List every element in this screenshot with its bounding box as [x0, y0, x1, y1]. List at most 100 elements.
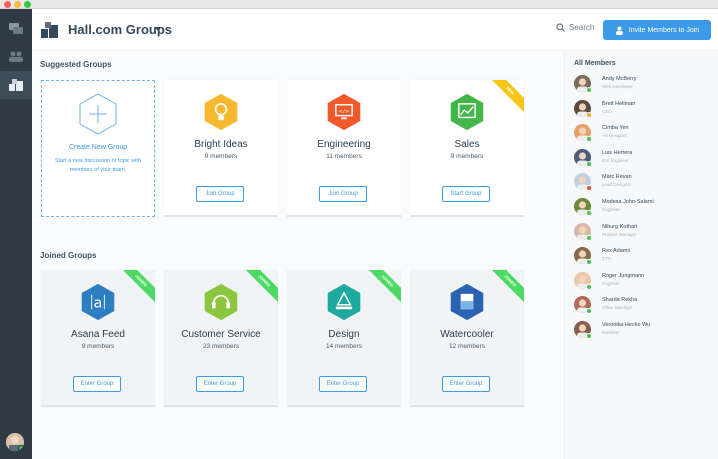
minimize-window-button[interactable]: [14, 1, 21, 8]
member-role: Lead Designer: [602, 182, 632, 188]
group-member-count: 11 members: [326, 153, 362, 160]
new-ribbon: NEW: [485, 80, 524, 116]
member-name: Marc Revan: [602, 174, 632, 181]
member-name: Sharda Rekha: [602, 297, 638, 304]
groups-blocks-icon: [9, 79, 23, 91]
member-list-item[interactable]: Modesa John-Salami Engineer: [574, 196, 714, 218]
member-list-item[interactable]: Roger Jungmann Engineer: [574, 270, 714, 292]
member-status-dot: [586, 136, 592, 143]
member-status-dot: [586, 111, 592, 118]
pen-tool-icon: [327, 283, 361, 321]
enter-group-button[interactable]: Enter Group: [196, 376, 244, 392]
search-label: Search: [569, 23, 595, 32]
joined-ribbon: JOINED: [362, 270, 401, 306]
enter-group-button[interactable]: Enter Group: [442, 376, 490, 392]
presence-indicator: [18, 445, 24, 451]
member-role: Art Designer: [602, 133, 628, 139]
suggested-groups-heading: Suggested Groups: [40, 60, 112, 69]
member-name: Rex Adams: [602, 248, 631, 255]
member-name: Luis Herrera: [602, 149, 633, 156]
headset-icon: [204, 283, 238, 321]
member-status-dot: [586, 308, 592, 315]
current-user-avatar[interactable]: [6, 433, 24, 451]
member-role: CTO: [602, 256, 612, 262]
group-member-count: 9 members: [450, 153, 484, 160]
app-window: Hall.com Groups Search Invite Members to…: [0, 0, 718, 459]
member-list-item[interactable]: Andy McBerry Web Developer: [574, 73, 714, 95]
member-role: Engineer: [602, 280, 621, 286]
enter-group-button[interactable]: Enter Group: [73, 376, 121, 392]
create-new-group-card[interactable]: Create New Group Start a new discussion …: [41, 80, 155, 217]
left-nav-rail: [0, 9, 32, 459]
lightbulb-icon: [204, 93, 238, 131]
member-status-dot: [586, 234, 592, 241]
member-role: Web Developer: [602, 84, 633, 89]
join-group-button[interactable]: Join Group: [319, 186, 367, 202]
group-hexagon: [204, 283, 238, 321]
member-list-item[interactable]: Marc Revan Lead Designer: [574, 171, 714, 193]
plus-hexagon-icon: [79, 93, 117, 135]
code-monitor-icon: </>: [327, 93, 361, 131]
member-status-dot: [586, 210, 592, 216]
svg-text:</>: </>: [339, 109, 350, 115]
member-list-item[interactable]: Luis Herrera iOS Engineer: [574, 147, 714, 169]
group-card-sales[interactable]: NEW Sales 9 members Start Group: [410, 80, 524, 217]
joined-groups-heading: Joined Groups: [40, 251, 97, 260]
member-status-dot: [586, 160, 592, 167]
member-name: Andy McBerry: [602, 76, 637, 82]
group-name: Engineering: [317, 139, 371, 150]
member-status-dot: [586, 259, 592, 266]
search-icon: [556, 23, 565, 32]
group-name: Watercooler: [440, 329, 494, 340]
group-member-count: 12 members: [448, 343, 486, 350]
cup-icon: [450, 283, 484, 321]
member-name: Niburg Kothari: [602, 223, 638, 230]
member-list-item[interactable]: Cimba Yen Art Designer: [574, 122, 714, 144]
group-card-watercooler[interactable]: JOINED Watercooler 12 members Enter Grou…: [410, 270, 524, 407]
create-new-group-description: Start a new discussion or topic with mem…: [55, 158, 141, 173]
member-role: CEO: [602, 108, 612, 114]
start-group-button[interactable]: Start Group: [442, 186, 490, 202]
all-members-heading: All Members: [574, 60, 616, 67]
chat-bubbles-icon: [9, 23, 23, 34]
member-name: Roger Jungmann: [602, 272, 645, 279]
group-member-count: 9 members: [204, 153, 238, 160]
member-list-item[interactable]: Niburg Kothari Product Manager: [574, 221, 714, 243]
zoom-window-button[interactable]: [24, 1, 31, 8]
chevron-down-icon[interactable]: [155, 27, 161, 31]
group-name: Asana Feed: [71, 329, 125, 340]
group-name: Customer Service: [181, 329, 261, 340]
group-card-asana-feed[interactable]: JOINED a Asana Feed 9 members Enter Grou…: [41, 270, 155, 407]
joined-ribbon: JOINED: [485, 270, 524, 306]
groups-logo-icon: [41, 22, 58, 38]
rail-groups-button[interactable]: [0, 71, 32, 99]
group-card-design[interactable]: JOINED Design 14 members Enter Group: [287, 270, 401, 407]
rail-people-button[interactable]: [0, 43, 32, 71]
member-status-dot: [586, 185, 592, 192]
header-bar: Hall.com Groups Search Invite Members to…: [32, 9, 718, 51]
invite-members-label: Invite Members to Join: [628, 26, 700, 34]
enter-group-button[interactable]: Enter Group: [319, 376, 367, 392]
svg-text:a: a: [94, 295, 103, 311]
group-card-engineering[interactable]: </> Engineering 11 members Join Group: [287, 80, 401, 217]
person-icon: [615, 26, 623, 35]
group-member-count: 23 members: [202, 343, 240, 350]
asana-icon: a: [81, 283, 115, 321]
member-list-item[interactable]: Brett Hellman CEO: [574, 98, 714, 120]
invite-members-button[interactable]: Invite Members to Join: [603, 20, 711, 40]
member-list-item[interactable]: Sharda Rekha Office Manager: [574, 294, 714, 316]
member-status-dot: [586, 283, 592, 290]
group-name: Bright Ideas: [194, 139, 248, 150]
rail-chat-button[interactable]: [0, 15, 32, 43]
group-card-customer-service[interactable]: JOINED Customer Service 23 members Enter…: [164, 270, 278, 407]
search-button[interactable]: Search: [556, 23, 594, 32]
member-role: iOS Engineer: [602, 157, 629, 163]
group-member-count: 9 members: [81, 343, 115, 350]
join-group-button[interactable]: Join Group: [196, 186, 244, 202]
member-name: Modesa John-Salami: [602, 199, 654, 205]
create-new-group-title: Create New Group: [68, 144, 128, 151]
member-list-item[interactable]: Rex Adams CTO: [574, 245, 714, 267]
close-window-button[interactable]: [4, 1, 11, 8]
member-list-item[interactable]: Veronika Hecko Wu Marketer: [574, 319, 714, 341]
group-card-bright-ideas[interactable]: Bright Ideas 9 members Join Group: [164, 80, 278, 217]
